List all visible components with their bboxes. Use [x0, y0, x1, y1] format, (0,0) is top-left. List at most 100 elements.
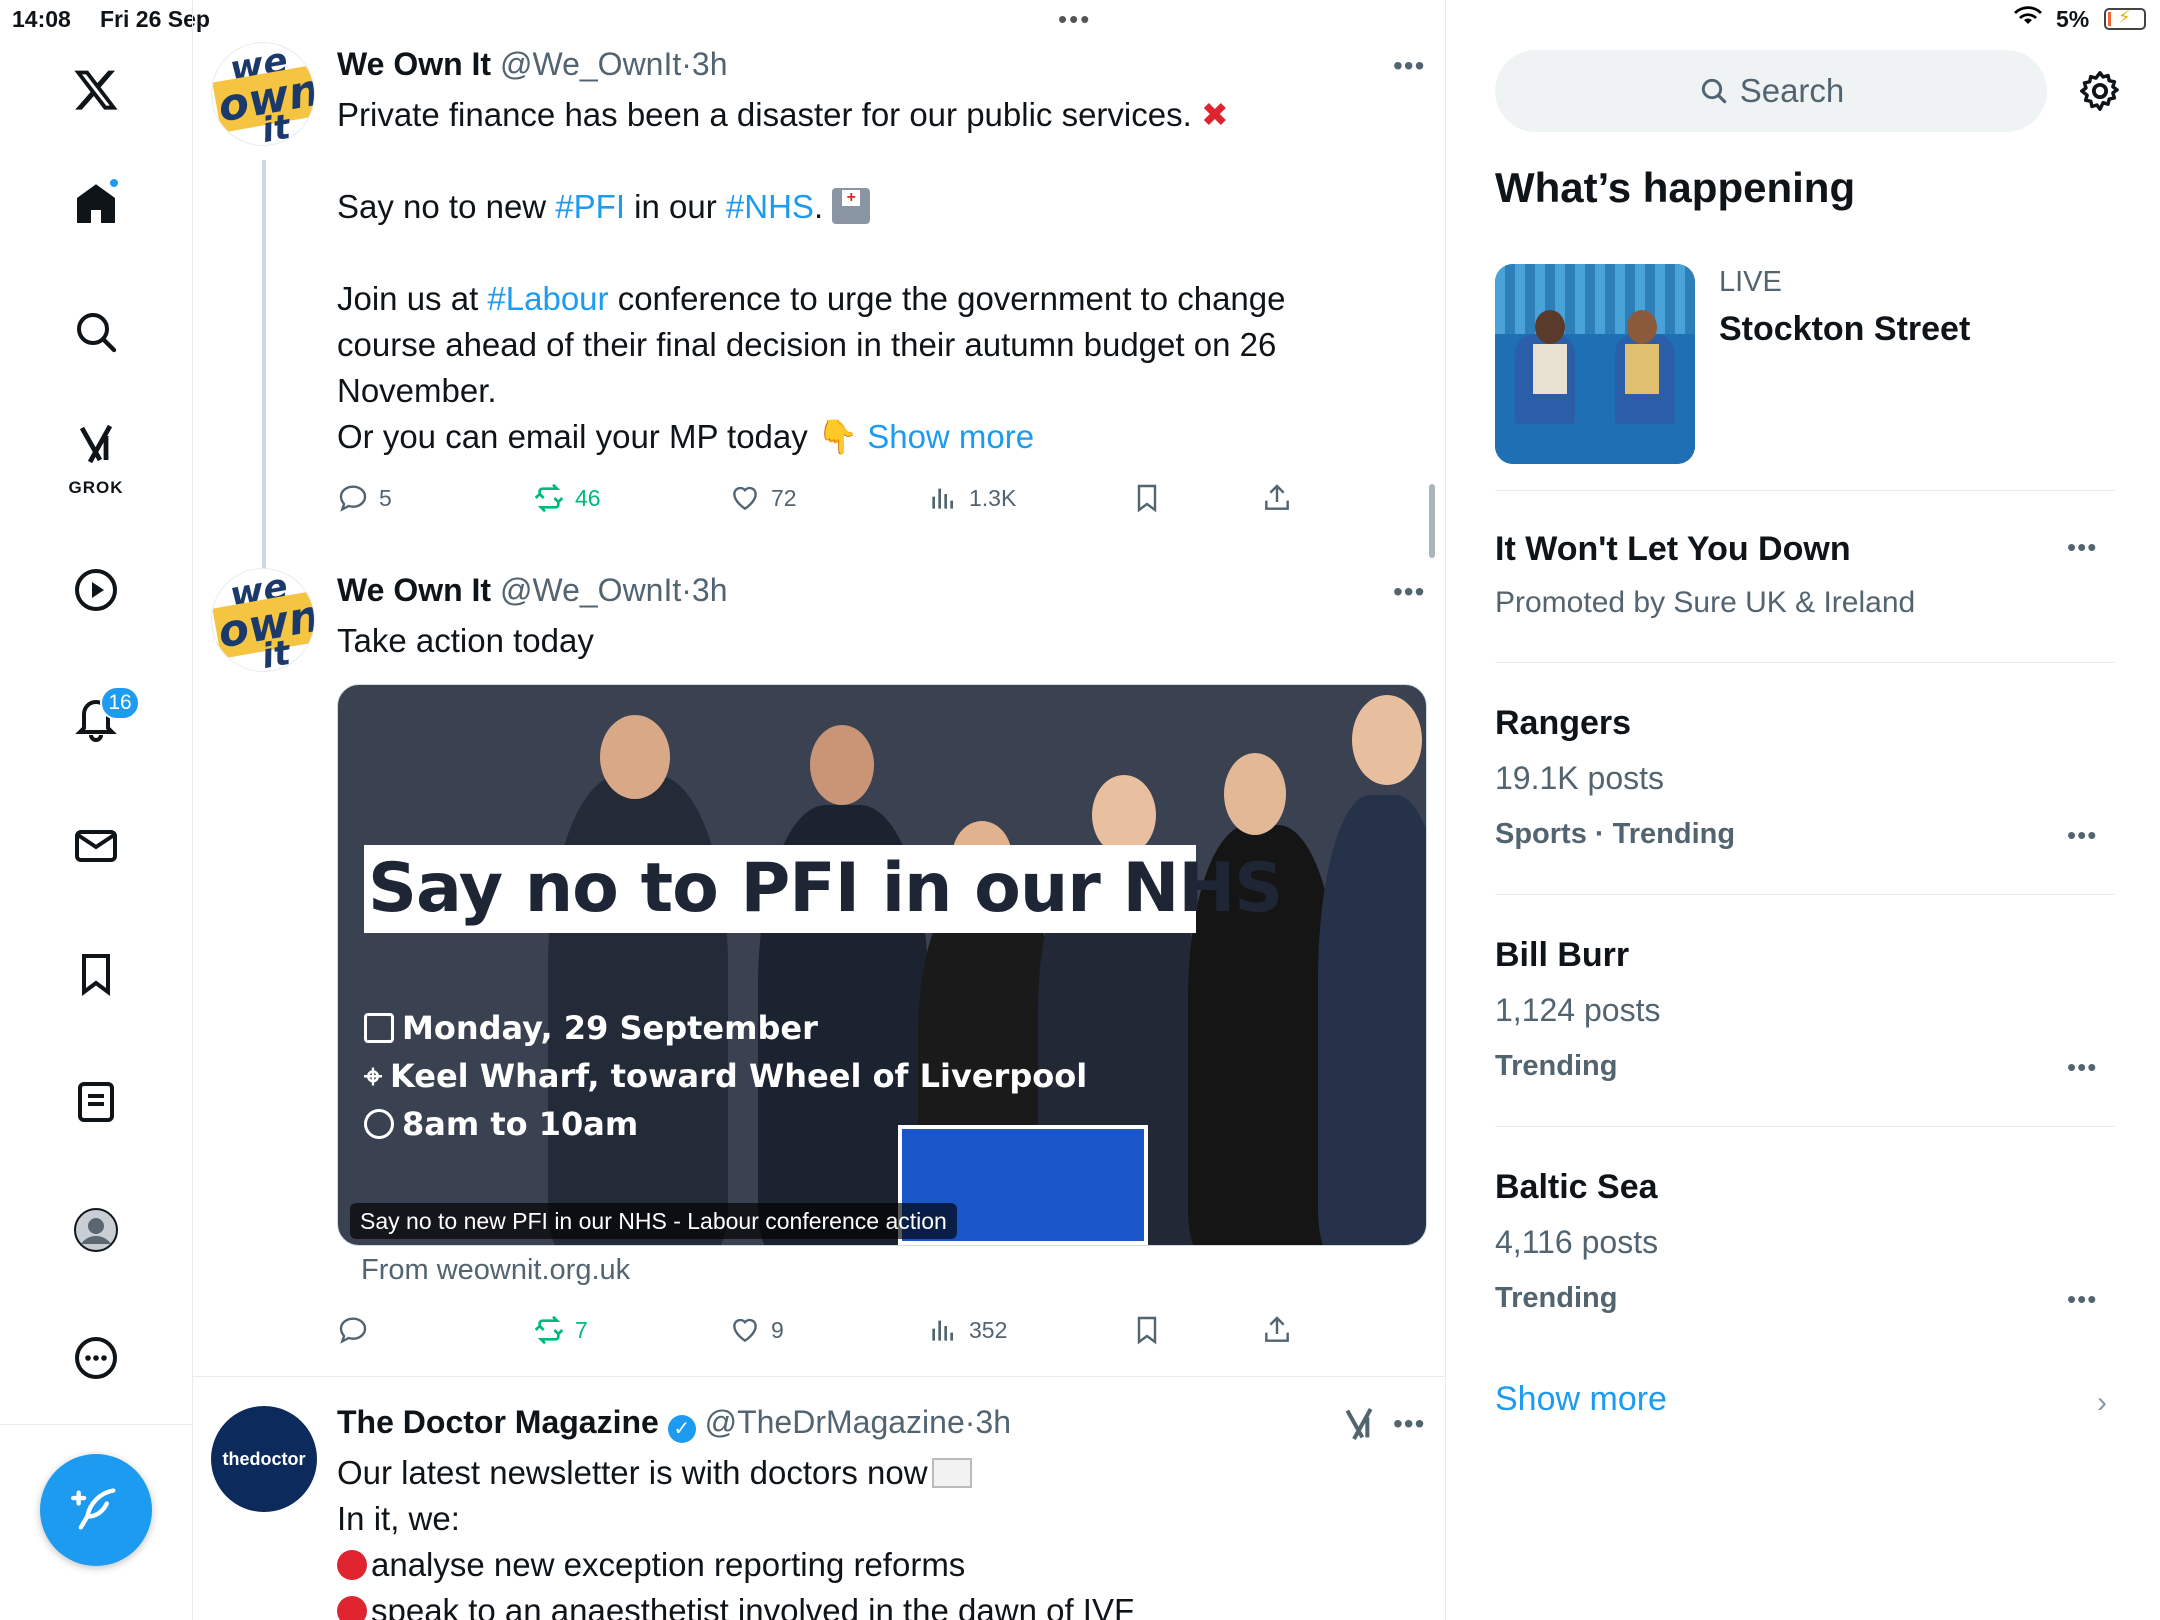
reply-button[interactable]: [337, 1308, 379, 1352]
tweet-line: speak to an anaesthetist involved in the…: [371, 1592, 1135, 1620]
views-button[interactable]: 352: [927, 1308, 1007, 1352]
tweet-line: Our latest newsletter is with doctors no…: [337, 1454, 928, 1491]
like-button[interactable]: 72: [729, 476, 797, 520]
tweet-line: in our: [625, 188, 726, 225]
link-source[interactable]: From weownit.org.uk: [361, 1254, 630, 1287]
media-caption: Say no to new PFI in our NHS - Labour co…: [350, 1203, 957, 1239]
trend-title: Rangers: [1495, 704, 1632, 742]
trend-more-icon[interactable]: •••: [2067, 1052, 2097, 1083]
hashtag-link[interactable]: #NHS: [726, 188, 814, 225]
author-name[interactable]: We Own It: [337, 46, 491, 82]
lists-icon[interactable]: [56, 1062, 136, 1142]
author-name[interactable]: The Doctor Magazine: [337, 1404, 659, 1440]
compose-feather-icon: [71, 1488, 116, 1530]
tweet-body: Take action today: [337, 622, 594, 659]
the-doctor-avatar[interactable]: thedoctor: [211, 1406, 317, 1512]
media-event-hours: 8am to 10am: [364, 1105, 638, 1143]
we-own-it-avatar[interactable]: we own it: [211, 568, 315, 672]
trend-category: Trending: [1495, 1282, 1618, 1314]
tweet-time[interactable]: 3h: [692, 46, 728, 82]
grok-icon[interactable]: [56, 412, 136, 476]
search-icon[interactable]: [56, 292, 136, 372]
view-count: 352: [969, 1316, 1008, 1343]
hashtag-link[interactable]: #PFI: [555, 188, 625, 225]
chevron-right-icon[interactable]: ›: [2097, 1386, 2107, 1420]
live-label: LIVE: [1719, 266, 1782, 298]
sidebar-divider: [1495, 490, 2115, 491]
author-name[interactable]: We Own It: [337, 572, 491, 608]
trend-category: Trending: [1495, 1050, 1618, 1082]
heart-icon: [733, 1318, 757, 1343]
left-nav: GROK 16: [0, 0, 193, 1620]
tweet-more-icon[interactable]: •••: [1393, 50, 1425, 82]
show-more-trends-link[interactable]: Show more: [1495, 1380, 1667, 1419]
media-banner-text: Say no to PFI in our NHS: [364, 845, 1283, 933]
timeline-scrollbar[interactable]: [1429, 484, 1435, 558]
x-logo-icon[interactable]: [56, 50, 136, 130]
trend-category: Sports · Trending: [1495, 818, 1736, 850]
trend-more-icon[interactable]: •••: [2067, 820, 2097, 851]
messages-envelope-icon[interactable]: [56, 806, 136, 886]
home-icon[interactable]: [56, 163, 136, 243]
repost-button[interactable]: 7: [533, 1308, 588, 1352]
repost-button[interactable]: 46: [533, 476, 601, 520]
timeline[interactable]: we own it We Own It @We_OwnIt·3h ••• Pri…: [193, 0, 1446, 1620]
trend-promoted-by: Promoted by Sure UK & Ireland: [1495, 586, 1916, 619]
compose-post-button[interactable]: [40, 1454, 152, 1566]
repost-icon: [534, 1315, 564, 1345]
we-own-it-avatar[interactable]: we own it: [211, 42, 315, 146]
reply-count: 5: [379, 484, 392, 511]
author-handle[interactable]: @We_OwnIt: [500, 46, 681, 82]
views-chart-icon: [932, 1320, 953, 1341]
envelope-emoji-icon: [931, 1458, 972, 1488]
tweet-media-card[interactable]: Say no to PFI in our NHS Monday, 29 Sept…: [337, 684, 1427, 1246]
hospital-emoji-icon: +: [832, 188, 871, 224]
notifications-bell-icon[interactable]: 16: [56, 678, 140, 758]
author-handle[interactable]: @We_OwnIt: [500, 572, 681, 608]
tweet-line: Or you can email your MP today: [337, 418, 808, 455]
more-options-icon[interactable]: [56, 1318, 136, 1398]
sidebar-divider: [1495, 894, 2115, 895]
profile-avatar-icon[interactable]: [56, 1190, 136, 1270]
views-chart-icon: [932, 488, 953, 509]
tweet-divider: [193, 1376, 1446, 1377]
media-event-location: ⌖ Keel Wharf, toward Wheel of Liverpool: [364, 1057, 1088, 1095]
tweet-line: November.: [337, 372, 497, 409]
view-count: 1.3K: [969, 484, 1017, 511]
tweet-header: We Own It @We_OwnIt·3h: [337, 572, 728, 608]
hashtag-link[interactable]: #Labour: [487, 280, 608, 317]
bookmark-button[interactable]: [1131, 476, 1173, 520]
red-circle-emoji-icon: [337, 1596, 367, 1620]
photo-head: [1352, 695, 1422, 785]
author-handle[interactable]: @TheDrMagazine: [705, 1404, 965, 1440]
show-more-link[interactable]: Show more: [867, 418, 1034, 455]
reply-icon: [339, 485, 367, 512]
notifications-badge: 16: [100, 686, 140, 720]
grok-explain-icon[interactable]: [1339, 1404, 1379, 1444]
tweet-more-icon[interactable]: •••: [1393, 576, 1425, 608]
reply-button[interactable]: 5: [337, 476, 392, 520]
trend-post-count: 19.1K posts: [1495, 760, 1664, 796]
grok-label[interactable]: GROK: [56, 478, 136, 498]
views-button[interactable]: 1.3K: [927, 476, 1016, 520]
trend-more-icon[interactable]: •••: [2067, 1284, 2097, 1315]
settings-gear-icon[interactable]: [2077, 68, 2123, 114]
tweet-more-icon[interactable]: •••: [1393, 1408, 1425, 1440]
live-event-title[interactable]: Stockton Street: [1719, 310, 1970, 349]
search-input[interactable]: Search: [1495, 50, 2047, 132]
share-icon: [1265, 1316, 1289, 1342]
share-button[interactable]: [1261, 1308, 1303, 1352]
like-button[interactable]: 9: [729, 1308, 784, 1352]
bookmark-button[interactable]: [1131, 1308, 1173, 1352]
location-pin-icon: ⌖: [364, 1057, 383, 1095]
live-event-thumbnail[interactable]: [1495, 264, 1695, 464]
tweet-line: conference to urge the government to cha…: [608, 280, 1286, 317]
tweet-time[interactable]: 3h: [975, 1404, 1011, 1440]
share-button[interactable]: [1261, 476, 1303, 520]
trend-more-icon[interactable]: •••: [2067, 532, 2097, 563]
trend-post-count: 1,124 posts: [1495, 992, 1661, 1028]
bookmarks-icon[interactable]: [56, 934, 136, 1014]
video-icon[interactable]: [56, 550, 136, 630]
home-unread-dot: [108, 177, 120, 189]
tweet-time[interactable]: 3h: [692, 572, 728, 608]
